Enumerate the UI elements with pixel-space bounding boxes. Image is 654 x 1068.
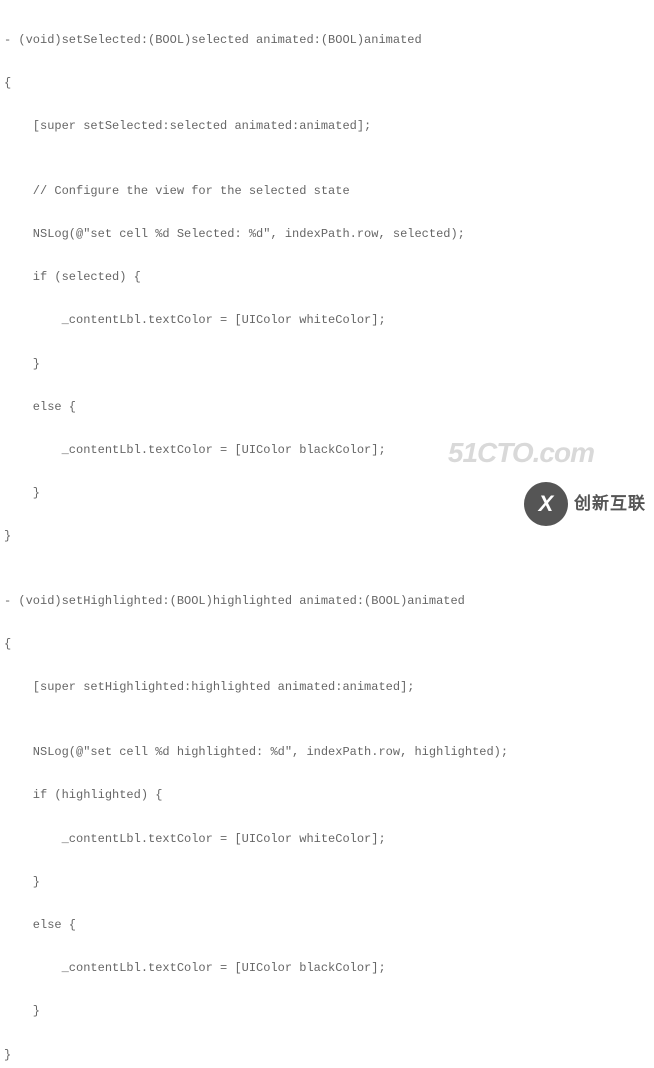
code-line: _contentLbl.textColor = [UIColor blackCo… xyxy=(4,958,654,980)
watermark-text: 51CTO.com xyxy=(448,428,594,478)
code-line: [super setHighlighted:highlighted animat… xyxy=(4,677,654,699)
code-line: if (highlighted) { xyxy=(4,785,654,807)
logo-badge: X 创新互联 xyxy=(524,482,646,526)
code-line: _contentLbl.textColor = [UIColor whiteCo… xyxy=(4,829,654,851)
code-line: NSLog(@"set cell %d Selected: %d", index… xyxy=(4,224,654,246)
code-line: } xyxy=(4,526,654,548)
code-line: NSLog(@"set cell %d highlighted: %d", in… xyxy=(4,742,654,764)
code-line: _contentLbl.textColor = [UIColor whiteCo… xyxy=(4,310,654,332)
code-line: else { xyxy=(4,915,654,937)
logo-text: 创新互联 xyxy=(574,489,646,520)
code-line: { xyxy=(4,634,654,656)
code-block: - (void)setSelected:(BOOL)selected anima… xyxy=(4,8,654,1068)
code-line: if (selected) { xyxy=(4,267,654,289)
code-line: } xyxy=(4,872,654,894)
logo-icon: X xyxy=(524,482,568,526)
code-line: } xyxy=(4,1001,654,1023)
code-line: } xyxy=(4,354,654,376)
code-line: - (void)setSelected:(BOOL)selected anima… xyxy=(4,30,654,52)
code-line: [super setSelected:selected animated:ani… xyxy=(4,116,654,138)
logo-symbol: X xyxy=(539,484,554,524)
code-line: - (void)setHighlighted:(BOOL)highlighted… xyxy=(4,591,654,613)
code-line: else { xyxy=(4,397,654,419)
code-line: { xyxy=(4,73,654,95)
code-line: // Configure the view for the selected s… xyxy=(4,181,654,203)
code-line: } xyxy=(4,1045,654,1067)
